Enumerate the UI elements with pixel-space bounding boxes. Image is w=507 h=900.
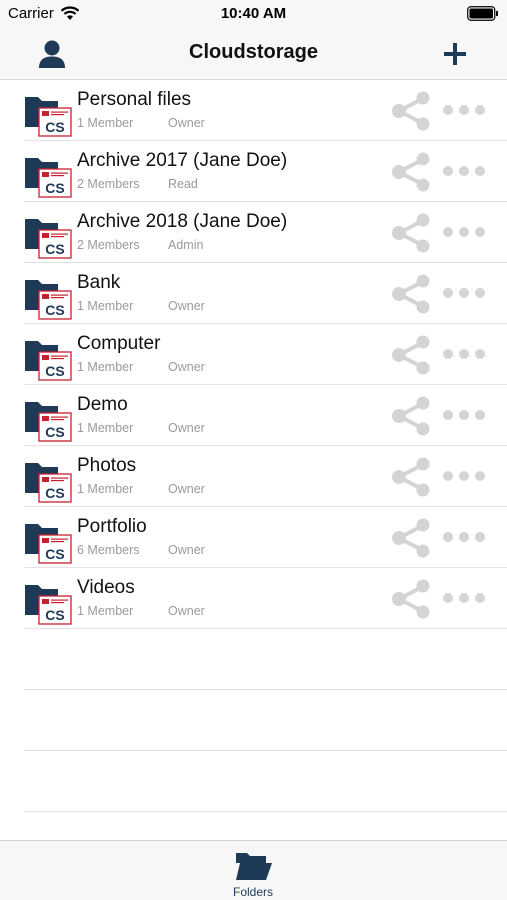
empty-row [24, 751, 507, 812]
more-options-icon[interactable] [442, 344, 486, 364]
folder-role: Admin [168, 238, 204, 252]
svg-text:CS: CS [45, 180, 64, 196]
share-icon[interactable] [390, 151, 432, 193]
empty-row [24, 629, 507, 690]
folder-members: 1 Member [77, 360, 134, 374]
folder-name: Archive 2017 (Jane Doe) [77, 150, 288, 171]
tab-folders[interactable]: Folders [213, 847, 293, 899]
more-options-icon[interactable] [442, 100, 486, 120]
folder-members: 1 Member [77, 116, 134, 130]
folder-role: Owner [168, 421, 205, 435]
folder-role: Owner [168, 116, 205, 130]
share-icon[interactable] [390, 395, 432, 437]
svg-text:CS: CS [45, 546, 64, 562]
more-options-icon[interactable] [442, 527, 486, 547]
folder-members: 1 Member [77, 421, 134, 435]
folder-row-videos[interactable]: CS Videos 1 Member Owner [24, 568, 507, 629]
folder-name: Photos [77, 455, 137, 476]
more-options-icon[interactable] [442, 466, 486, 486]
folder-role: Owner [168, 360, 205, 374]
svg-text:CS: CS [45, 302, 64, 318]
folder-cs-icon: CS [25, 219, 72, 259]
folder-members: 1 Member [77, 604, 134, 618]
folder-name: Bank [77, 272, 121, 293]
folder-cs-icon: CS [25, 463, 72, 503]
folder-members: 6 Members [77, 543, 140, 557]
folder-row-archive-2017[interactable]: CS Archive 2017 (Jane Doe) 2 Members Rea… [24, 141, 507, 202]
folder-name: Demo [77, 394, 128, 415]
tab-bar: Folders [0, 840, 507, 900]
battery-icon [467, 6, 498, 21]
folder-role: Owner [168, 543, 205, 557]
empty-row [24, 690, 507, 751]
folder-name: Portfolio [77, 516, 147, 537]
svg-text:CS: CS [45, 363, 64, 379]
share-icon[interactable] [390, 90, 432, 132]
folder-members: 2 Members [77, 238, 140, 252]
folder-role: Owner [168, 604, 205, 618]
folder-name: Videos [77, 577, 135, 598]
folder-cs-icon: CS [25, 524, 72, 564]
folder-members: 1 Member [77, 482, 134, 496]
more-options-icon[interactable] [442, 405, 486, 425]
svg-text:CS: CS [45, 485, 64, 501]
folder-cs-icon: CS [25, 280, 72, 320]
folder-open-icon [236, 853, 272, 880]
folder-cs-icon: CS [25, 97, 72, 137]
more-options-icon[interactable] [442, 161, 486, 181]
svg-text:CS: CS [45, 241, 64, 257]
share-icon[interactable] [390, 578, 432, 620]
more-options-icon[interactable] [442, 588, 486, 608]
folder-row-demo[interactable]: CS Demo 1 Member Owner [24, 385, 507, 446]
status-time: 10:40 AM [220, 5, 287, 22]
tab-folders-label: Folders [232, 885, 273, 899]
share-icon[interactable] [390, 456, 432, 498]
share-icon[interactable] [390, 517, 432, 559]
share-icon[interactable] [390, 212, 432, 254]
folder-row-archive-2018[interactable]: CS Archive 2018 (Jane Doe) 2 Members Adm… [24, 202, 507, 263]
folder-cs-icon: CS [25, 585, 72, 625]
share-icon[interactable] [390, 273, 432, 315]
navigation-bar: Cloudstorage [0, 28, 507, 80]
folder-row-personal-files[interactable]: CS Personal files 1 Member Owner [24, 80, 507, 141]
folder-row-computer[interactable]: CS Computer 1 Member Owner [24, 324, 507, 385]
folder-name: Personal files [77, 89, 192, 110]
folder-members: 2 Members [77, 177, 140, 191]
svg-text:CS: CS [45, 607, 64, 623]
more-options-icon[interactable] [442, 222, 486, 242]
folder-role: Owner [168, 482, 205, 496]
page-title: Cloudstorage [189, 41, 318, 63]
more-options-icon[interactable] [442, 283, 486, 303]
folder-cs-icon: CS [25, 158, 72, 198]
folder-row-portfolio[interactable]: CS Portfolio 6 Members Owner [24, 507, 507, 568]
folder-cs-icon: CS [25, 341, 72, 381]
svg-text:CS: CS [45, 424, 64, 440]
status-bar: Carrier 10:40 AM [0, 0, 507, 28]
folder-role: Owner [168, 299, 205, 313]
plus-icon[interactable] [439, 38, 471, 70]
folder-name: Computer [77, 333, 161, 354]
folder-list: CS Personal files 1 Member Owner CS Arch… [0, 80, 507, 812]
folder-name: Archive 2018 (Jane Doe) [77, 211, 288, 232]
share-icon[interactable] [390, 334, 432, 376]
folder-cs-icon: CS [25, 402, 72, 442]
folder-role: Read [168, 177, 198, 191]
folder-row-photos[interactable]: CS Photos 1 Member Owner [24, 446, 507, 507]
folder-members: 1 Member [77, 299, 134, 313]
folder-row-bank[interactable]: CS Bank 1 Member Owner [24, 263, 507, 324]
svg-text:CS: CS [45, 119, 64, 135]
